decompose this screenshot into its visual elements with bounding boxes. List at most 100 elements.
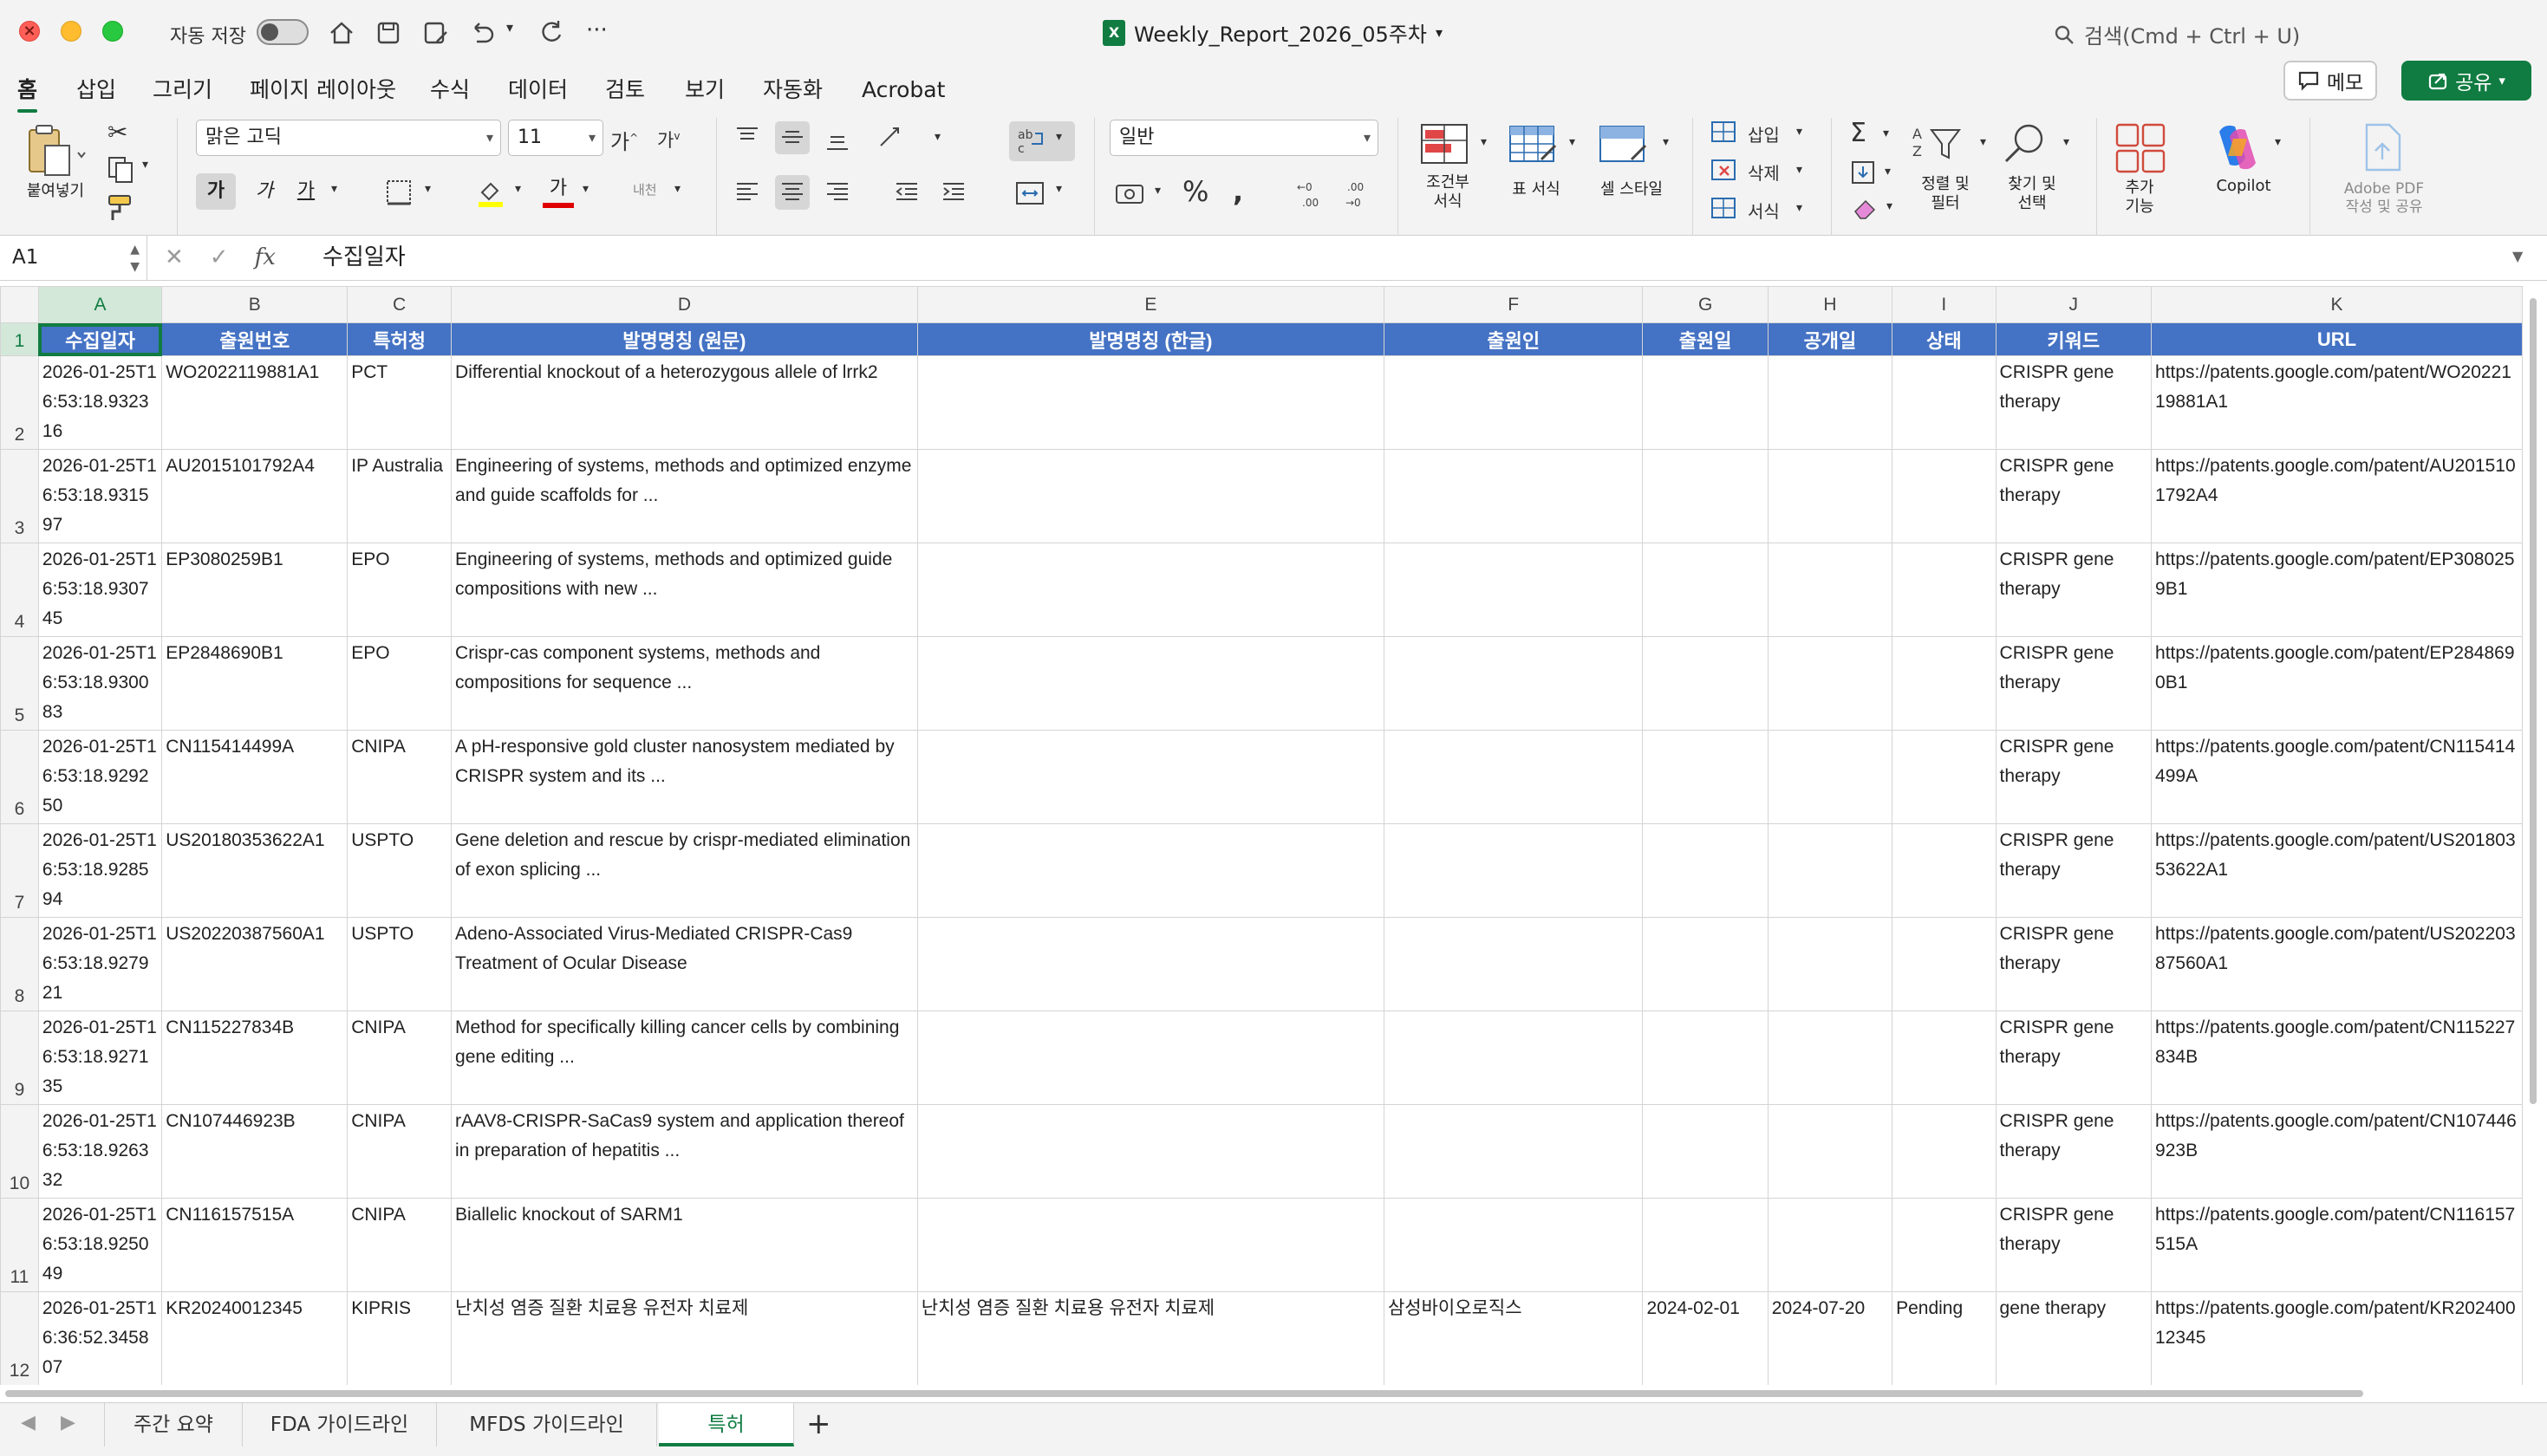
tab-insert[interactable]: 삽입 <box>76 66 116 118</box>
cell-c[interactable]: IP Australia <box>347 449 453 543</box>
cell-e[interactable]: 난치성 염증 질환 치료용 유전자 치료제 <box>916 1291 1384 1385</box>
cut-icon[interactable]: ✂ <box>107 118 127 146</box>
cell-g[interactable] <box>1642 1198 1769 1292</box>
column-header-b[interactable]: B <box>161 286 349 323</box>
column-header-h[interactable]: H <box>1767 286 1893 323</box>
cell-f[interactable] <box>1383 1011 1644 1105</box>
cell-h[interactable] <box>1767 636 1893 731</box>
decrease-indent-icon[interactable] <box>893 179 921 206</box>
cell-h[interactable] <box>1767 823 1893 918</box>
cell-c[interactable]: USPTO <box>347 823 453 918</box>
cell-a[interactable]: 2026-01-25T16:53:18.928594 <box>37 823 163 918</box>
cell-d[interactable]: Method for specifically killing cancer c… <box>451 1011 918 1105</box>
phonetic-dropdown-icon[interactable]: ▾ <box>674 182 681 196</box>
header-cell-g[interactable]: 출원일 <box>1642 322 1769 356</box>
row-header[interactable]: 1 <box>0 322 39 356</box>
cell-a[interactable]: 2026-01-25T16:53:18.927921 <box>37 917 163 1011</box>
cell-i[interactable] <box>1892 543 1997 637</box>
cell-g[interactable] <box>1642 823 1769 918</box>
cell-g[interactable] <box>1642 636 1769 731</box>
row-header[interactable]: 6 <box>0 730 39 824</box>
column-header-a[interactable]: A <box>37 286 163 323</box>
row-header[interactable]: 9 <box>0 1011 39 1105</box>
cell-j[interactable]: CRISPR gene therapy <box>1995 1104 2153 1199</box>
format-cells-button[interactable]: 서식 ▾ <box>1710 196 1814 231</box>
expand-formula-bar-icon[interactable]: ▼ <box>2512 248 2523 264</box>
cell-c[interactable]: PCT <box>347 355 453 450</box>
name-box[interactable]: A1 ▲ ▼ <box>0 236 147 281</box>
orientation-dropdown-icon[interactable]: ▾ <box>935 130 941 144</box>
cell-d[interactable]: Crispr-cas component systems, methods an… <box>451 636 918 731</box>
cell-j[interactable]: CRISPR gene therapy <box>1995 730 2153 824</box>
cell-b[interactable]: CN115414499A <box>161 730 349 824</box>
align-middle-icon[interactable] <box>778 123 806 151</box>
fill-icon[interactable] <box>1850 159 1878 185</box>
autosum-dropdown-icon[interactable]: ▾ <box>1883 127 1889 140</box>
cell-i[interactable] <box>1892 1198 1997 1292</box>
cell-j[interactable]: gene therapy <box>1995 1291 2153 1385</box>
sheet-tab-patents[interactable]: 특허 <box>659 1403 794 1446</box>
cell-i[interactable] <box>1892 449 1997 543</box>
header-cell-b[interactable]: 출원번호 <box>161 322 349 356</box>
fill-color-dropdown-icon[interactable]: ▾ <box>515 182 521 196</box>
cell-h[interactable] <box>1767 355 1893 450</box>
row-header[interactable]: 4 <box>0 543 39 637</box>
borders-icon[interactable] <box>385 179 413 206</box>
insert-function-button[interactable]: fx <box>255 236 276 281</box>
cell-j[interactable]: CRISPR gene therapy <box>1995 917 2153 1011</box>
italic-button[interactable]: 가 <box>251 173 277 210</box>
cell-h[interactable] <box>1767 730 1893 824</box>
cell-k[interactable]: https://patents.google.com/patent/US2018… <box>2151 823 2523 918</box>
search-box[interactable]: 검색(Cmd + Ctrl + U) <box>2053 19 2300 49</box>
cell-c[interactable]: CNIPA <box>347 1104 453 1199</box>
autosave-toggle[interactable] <box>257 19 309 45</box>
cell-e[interactable] <box>916 1104 1384 1199</box>
tab-review[interactable]: 검토 <box>605 66 645 118</box>
cell-g[interactable]: 2024-02-01 <box>1642 1291 1769 1385</box>
copy-icon[interactable] <box>106 154 140 185</box>
cell-j[interactable]: CRISPR gene therapy <box>1995 636 2153 731</box>
cell-g[interactable] <box>1642 449 1769 543</box>
bold-button[interactable]: 가 <box>196 173 236 210</box>
cell-h[interactable] <box>1767 917 1893 1011</box>
wrap-text-dropdown-icon[interactable]: ▾ <box>1056 130 1062 144</box>
cell-a[interactable]: 2026-01-25T16:53:18.929250 <box>37 730 163 824</box>
align-top-icon[interactable] <box>733 123 761 151</box>
orientation-icon[interactable] <box>876 123 907 151</box>
cell-k[interactable]: https://patents.google.com/patent/US2022… <box>2151 917 2523 1011</box>
tab-draw[interactable]: 그리기 <box>153 66 212 118</box>
merge-dropdown-icon[interactable]: ▾ <box>1056 182 1062 196</box>
cell-k[interactable]: https://patents.google.com/patent/CN1074… <box>2151 1104 2523 1199</box>
row-header[interactable]: 3 <box>0 449 39 543</box>
cell-h[interactable] <box>1767 1011 1893 1105</box>
column-header-g[interactable]: G <box>1642 286 1769 323</box>
cell-a[interactable]: 2026-01-25T16:53:18.925049 <box>37 1198 163 1292</box>
tab-data[interactable]: 데이터 <box>508 66 568 118</box>
cell-c[interactable]: CNIPA <box>347 1011 453 1105</box>
cell-b[interactable]: EP3080259B1 <box>161 543 349 637</box>
cell-a[interactable]: 2026-01-25T16:53:18.927135 <box>37 1011 163 1105</box>
cell-k[interactable]: https://patents.google.com/patent/EP3080… <box>2151 543 2523 637</box>
cell-i[interactable] <box>1892 823 1997 918</box>
cell-e[interactable] <box>916 823 1384 918</box>
horizontal-scrollbar[interactable] <box>0 1385 2523 1402</box>
cell-d[interactable]: Gene deletion and rescue by crispr-media… <box>451 823 918 918</box>
cell-c[interactable]: CNIPA <box>347 730 453 824</box>
cell-f[interactable] <box>1383 917 1644 1011</box>
row-header[interactable]: 11 <box>0 1198 39 1292</box>
cell-d[interactable]: Biallelic knockout of SARM1 <box>451 1198 918 1292</box>
cell-e[interactable] <box>916 636 1384 731</box>
increase-decimal-icon[interactable]: ←0.00 <box>1295 179 1330 210</box>
cell-g[interactable] <box>1642 1104 1769 1199</box>
header-cell-k[interactable]: URL <box>2151 322 2523 356</box>
row-header[interactable]: 10 <box>0 1104 39 1199</box>
cell-e[interactable] <box>916 355 1384 450</box>
cell-i[interactable] <box>1892 355 1997 450</box>
sheet-tab-weekly-summary[interactable]: 주간 요약 <box>104 1403 243 1446</box>
column-header-c[interactable]: C <box>347 286 453 323</box>
delete-cells-button[interactable]: 삭제 ▾ <box>1710 158 1814 192</box>
cell-j[interactable]: CRISPR gene therapy <box>1995 355 2153 450</box>
sheet-tab-fda-guideline[interactable]: FDA 가이드라인 <box>243 1403 437 1446</box>
cell-i[interactable] <box>1892 730 1997 824</box>
header-cell-h[interactable]: 공개일 <box>1767 322 1893 356</box>
